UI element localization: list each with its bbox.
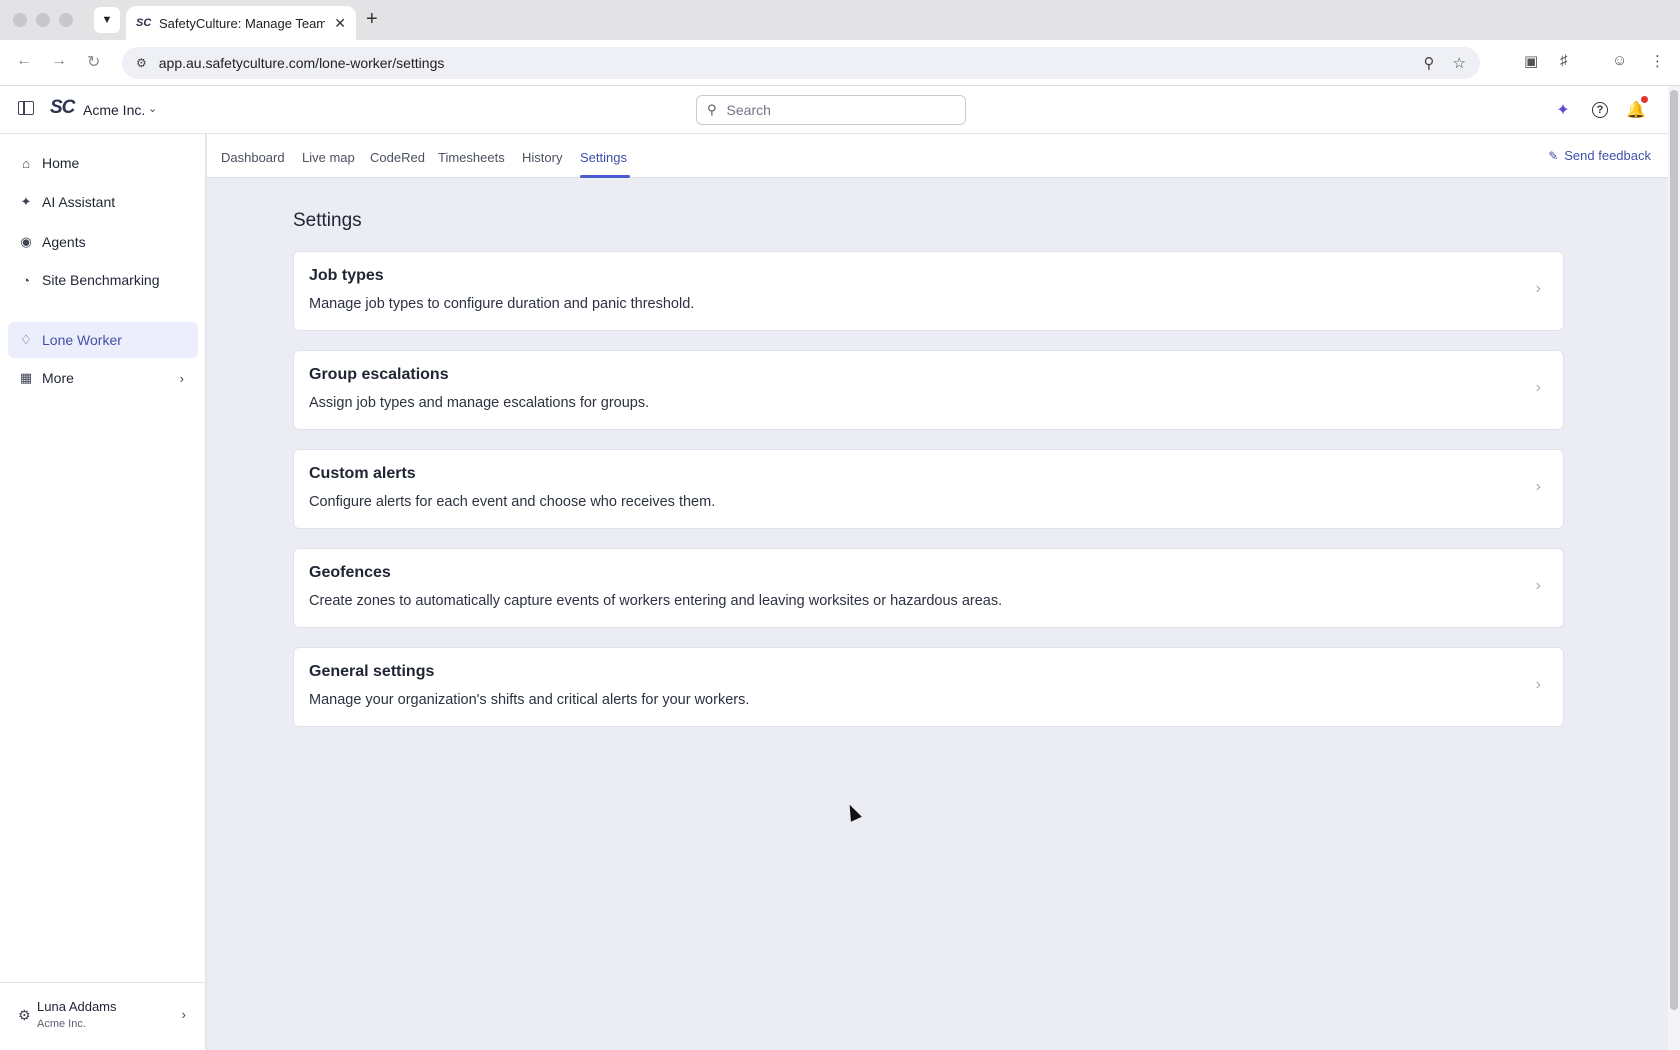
- card-description: Configure alerts for each event and choo…: [309, 494, 716, 510]
- card-title: Custom alerts: [309, 465, 416, 482]
- chevron-down-icon[interactable]: ⌄: [148, 102, 157, 115]
- app-header: SC Acme Inc. ⌄ ⚲ Search ✦ ? 🔔: [0, 86, 1668, 134]
- search-icon: ⚲: [707, 102, 717, 117]
- tab-live-map[interactable]: Live map: [302, 150, 355, 165]
- card-title: Geofences: [309, 564, 391, 581]
- main-content: Dashboard Live map CodeRed Timesheets Hi…: [207, 134, 1668, 1050]
- notification-badge: [1641, 96, 1648, 103]
- scrollbar-thumb[interactable]: [1670, 90, 1678, 1010]
- home-icon: ⌂: [22, 155, 30, 171]
- robot-icon: ◉: [20, 234, 32, 249]
- search-input[interactable]: ⚲ Search: [696, 95, 966, 125]
- window-minimize-button[interactable]: [36, 13, 50, 27]
- card-description: Assign job types and manage escalations …: [309, 395, 650, 411]
- browser-toolbar: ← → ↻ ⚙ app.au.safetyculture.com/lone-wo…: [0, 40, 1680, 86]
- reload-icon[interactable]: ↻: [87, 52, 100, 72]
- settings-card-group-escalations[interactable]: Group escalations Assign job types and m…: [293, 350, 1564, 430]
- zoom-icon[interactable]: ⚲: [1424, 54, 1435, 72]
- sidebar-item-lone-worker[interactable]: ♢ Lone Worker: [8, 322, 198, 358]
- sidebar-item-agents[interactable]: ◉ Agents: [8, 224, 198, 260]
- card-title: General settings: [309, 663, 435, 680]
- sidebar-item-label: Site Benchmarking: [42, 272, 160, 288]
- settings-card-job-types[interactable]: Job types Manage job types to configure …: [293, 251, 1564, 331]
- bookmark-star-icon[interactable]: ☆: [1453, 54, 1466, 72]
- sparkle-icon: ✦: [20, 194, 32, 209]
- tab-history[interactable]: History: [522, 150, 562, 165]
- extensions-icon[interactable]: ♯: [1560, 52, 1568, 69]
- sidebar-item-label: Agents: [42, 234, 86, 250]
- chevron-right-icon: ›: [1535, 676, 1541, 693]
- close-tab-icon[interactable]: ✕: [334, 15, 346, 32]
- chevron-right-icon: ›: [1535, 577, 1541, 594]
- active-tab-indicator: [580, 175, 630, 178]
- page-title: Settings: [293, 210, 362, 231]
- screenshot-icon[interactable]: ▣: [1524, 52, 1538, 70]
- sidebar-item-more[interactable]: ▦ More ›: [8, 360, 198, 396]
- favicon-icon: SC: [136, 17, 152, 29]
- chevron-down-icon: ▼: [101, 14, 113, 26]
- chevron-right-icon: ›: [1535, 280, 1541, 297]
- sidebar-item-site-benchmarking[interactable]: ◔ Site Benchmarking: [8, 262, 198, 298]
- grid-icon: ▦: [19, 370, 33, 385]
- ai-sparkle-icon[interactable]: ✦: [1552, 99, 1574, 121]
- browser-tab-title: SafetyCulture: Manage Teams: [159, 15, 326, 31]
- profile-icon[interactable]: ☺: [1612, 52, 1627, 69]
- sidebar-item-ai-assistant[interactable]: ✦ AI Assistant: [8, 184, 198, 220]
- address-bar[interactable]: ⚙ app.au.safetyculture.com/lone-worker/s…: [122, 47, 1480, 79]
- card-description: Create zones to automatically capture ev…: [309, 593, 1003, 609]
- sidebar: ⌂ Home ✦ AI Assistant ◉ Agents ◔ Site Be…: [0, 134, 206, 1050]
- browser-tab-bar: ▼ SC SafetyCulture: Manage Teams ✕ +: [0, 0, 1680, 40]
- sidebar-item-home[interactable]: ⌂ Home: [8, 145, 198, 181]
- window-close-button[interactable]: [13, 13, 27, 27]
- worker-icon: ♢: [20, 332, 32, 347]
- window-maximize-button[interactable]: [59, 13, 73, 27]
- sidebar-item-label: Home: [42, 155, 80, 171]
- page-scrollbar[interactable]: [1668, 86, 1680, 1050]
- new-tab-icon[interactable]: +: [366, 8, 378, 31]
- tab-search-button[interactable]: ▼: [94, 7, 120, 33]
- send-feedback-label: Send feedback: [1564, 148, 1651, 163]
- send-feedback-link[interactable]: ✎ Send feedback: [1548, 148, 1651, 163]
- user-org: Acme Inc.: [37, 1018, 86, 1030]
- settings-card-general-settings[interactable]: General settings Manage your organizatio…: [293, 647, 1564, 727]
- feedback-icon: ✎: [1548, 148, 1559, 163]
- tab-dashboard[interactable]: Dashboard: [221, 150, 285, 165]
- chevron-right-icon: ›: [179, 370, 184, 386]
- forward-arrow-icon[interactable]: →: [51, 52, 67, 70]
- section-tabs: Dashboard Live map CodeRed Timesheets Hi…: [207, 134, 1668, 178]
- sidebar-toggle-icon[interactable]: [18, 101, 34, 115]
- url-text[interactable]: app.au.safetyculture.com/lone-worker/set…: [159, 55, 1406, 71]
- tab-settings[interactable]: Settings: [580, 150, 627, 165]
- gauge-icon: ◔: [22, 272, 30, 288]
- user-menu[interactable]: ⚙ Luna Addams Acme Inc. ›: [0, 982, 206, 1050]
- chevron-right-icon: ›: [181, 1007, 186, 1022]
- card-description: Manage job types to configure duration a…: [309, 296, 695, 312]
- sidebar-item-label: More: [42, 370, 74, 386]
- search-placeholder: Search: [726, 102, 771, 118]
- site-info-icon[interactable]: ⚙: [136, 56, 147, 70]
- gear-icon: ⚙: [18, 1007, 31, 1023]
- chevron-right-icon: ›: [1535, 478, 1541, 495]
- tab-timesheets[interactable]: Timesheets: [438, 150, 505, 165]
- tab-codered[interactable]: CodeRed: [370, 150, 425, 165]
- card-description: Manage your organization's shifts and cr…: [309, 692, 750, 708]
- settings-card-custom-alerts[interactable]: Custom alerts Configure alerts for each …: [293, 449, 1564, 529]
- settings-card-geofences[interactable]: Geofences Create zones to automatically …: [293, 548, 1564, 628]
- brand-logo[interactable]: SC: [50, 97, 75, 119]
- card-title: Job types: [309, 267, 384, 284]
- sidebar-item-label: Lone Worker: [42, 332, 122, 348]
- browser-tab-active[interactable]: SC SafetyCulture: Manage Teams ✕: [126, 6, 356, 40]
- user-name: Luna Addams: [37, 999, 117, 1014]
- sidebar-item-label: AI Assistant: [42, 194, 116, 210]
- browser-menu-icon[interactable]: ⋮: [1650, 52, 1665, 70]
- back-arrow-icon[interactable]: ←: [16, 52, 32, 70]
- org-switcher[interactable]: Acme Inc.: [83, 102, 145, 118]
- help-icon[interactable]: ?: [1592, 102, 1608, 118]
- card-title: Group escalations: [309, 366, 449, 383]
- chevron-right-icon: ›: [1535, 379, 1541, 396]
